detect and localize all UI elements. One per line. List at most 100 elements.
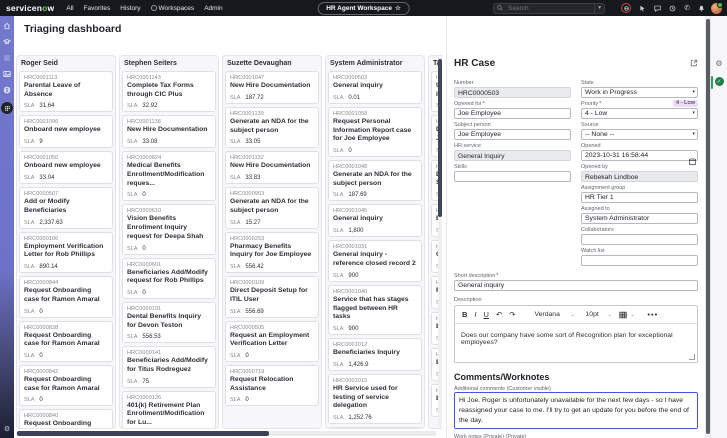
field-input-collaborators[interactable] [581,234,698,245]
field-input-watch-list[interactable] [581,255,698,266]
case-card[interactable]: HRC0000719 Request Relocation Assistance S… [225,364,319,407]
redo-icon[interactable]: ↷ [509,310,515,319]
undo-icon[interactable]: ↶ [496,310,502,319]
panel-scroll-thumb[interactable] [705,19,710,434]
case-card[interactable]: HRC0000842 Request Onboarding case for Ra… [19,364,113,407]
short-description-input[interactable] [454,280,698,291]
user-avatar[interactable] [711,1,723,14]
font-size-select[interactable]: 10pt ⌄ [586,311,612,318]
bell-icon[interactable] [698,5,705,12]
card-number: HRC0000842 [24,368,59,375]
case-card[interactable]: HRC0000126 401(k) Retirement Plan Enrollm… [122,390,216,428]
table-menu-button[interactable]: ⌄ [618,311,634,319]
more-options-button[interactable]: ••• [647,310,658,319]
additional-comments-input[interactable]: Hi Joe. Roger is unfortunately unavailab… [454,392,698,429]
field-input-assignment-group[interactable] [581,192,698,203]
cursor-icon[interactable] [639,5,646,12]
servicenow-logo[interactable]: servicenow [6,3,54,13]
horizontal-scroll-thumb[interactable] [17,431,269,436]
field-input-priority[interactable] [581,108,698,119]
learning-icon[interactable] [3,38,11,46]
case-card[interactable]: HRC0001139 Generate an NDA for the subjec… [225,107,319,149]
case-card[interactable]: HRC0000507 Add or Modify Beneficiaries SLA… [19,187,113,229]
dropdown-caret-icon[interactable]: ▾ [692,110,695,116]
home-icon[interactable] [3,22,11,30]
case-card[interactable]: HRC0000624 Medical Benefits Enrollment/Mo… [122,151,216,202]
field-input-subject-person[interactable] [454,129,571,140]
favorite-star-icon[interactable]: ☆ [395,4,401,12]
case-card[interactable]: HRC0001138 New Hire Documentation SLA 33.08 [122,115,216,149]
case-card[interactable]: HRC0000505 Request an Employment Verifica… [225,320,319,362]
case-card[interactable]: HRC0001143 Complete Tax Forms through CIC… [122,71,216,113]
settings-gear-icon[interactable]: ⚙ [4,425,10,433]
vertical-scroll-thumb[interactable] [438,59,442,217]
case-card[interactable]: HRC0000141 Beneficiaries Add/Modify for T… [122,346,216,388]
dropdown-caret-icon[interactable]: ▾ [692,89,695,95]
bold-button[interactable]: B [462,310,467,319]
case-card[interactable]: HRC0000503 General inquiry SLA 0.01 [328,71,422,104]
board-horizontal-scrollbar[interactable] [16,431,436,436]
workspace-pill[interactable]: HR Agent Workspace ☆ [317,1,410,15]
case-card[interactable]: HRC0001096 Onboard new employee SLA 9 [19,115,113,149]
case-card[interactable]: HRC0000601 Beneficiaries Add/Modify reque… [122,257,216,299]
case-card[interactable]: HRC0001012 Beneficiaries Inquiry SLA 1,426.… [328,337,422,371]
clock-icon[interactable] [669,5,676,12]
case-card[interactable]: HRC0000838 Request Onboarding case for Ra… [19,320,113,362]
case-card[interactable]: HRC0000109 Direct Deposit Setup for ITIL … [225,276,319,318]
case-card[interactable]: HRC0001058 Request Personal Information R… [328,107,422,158]
nav-item-workspaces[interactable]: Workspaces [150,5,194,12]
case-card[interactable]: HRC0000106 Employment Verification Letter… [19,231,113,274]
case-card[interactable]: HRC0001031 General inquiry - reference cl… [328,240,422,282]
calendar-icon[interactable] [689,152,696,170]
italic-button[interactable]: I [474,310,476,319]
list-icon[interactable] [3,54,11,62]
case-card[interactable]: HRC0000253 Pharmacy Benefits Inquiry for … [225,231,319,274]
phone-icon[interactable]: ✆ [684,5,690,12]
nav-item-admin[interactable]: Admin [204,5,222,12]
case-card[interactable]: HRC0001040 Service that has stages flagge… [328,284,422,335]
case-card[interactable]: HRC0000610 Vision Benefits Enrollment Inq… [122,204,216,255]
resize-handle[interactable] [689,354,695,360]
case-card[interactable]: HRC0001047 New Hire Documentation SLA 187.7… [225,71,319,104]
search-scope-caret-icon[interactable]: ▾ [594,3,601,13]
sla-value: 15.27 [245,219,261,226]
case-card[interactable]: HRC0000844 Request Onboarding case for Ra… [19,276,113,318]
case-card[interactable]: HRC0001045 General inquiry SLA 1,800 [328,204,422,238]
field-input-assigned-to[interactable] [581,213,698,224]
field-input-state[interactable] [581,87,698,98]
dropdown-caret-icon[interactable]: ▾ [692,131,695,137]
case-card[interactable]: HRC0001048 Generate an NDA for the subjec… [328,160,422,202]
case-card[interactable]: HRC0001113 Parental Leave of Absence SLA 31… [19,71,113,113]
case-card[interactable]: HRC0000840Request Onboarding case for Ra… [19,409,113,428]
nav-item-favorites[interactable]: Favorites [84,5,111,12]
font-family-select[interactable]: Verdana ⌄ [535,311,575,318]
field-input-opened-for[interactable] [454,108,571,119]
field-input-opened[interactable] [581,150,698,161]
column-header: Stephen Seiters [124,60,177,67]
media-icon[interactable] [3,70,11,78]
field-input-skills[interactable] [454,171,571,182]
chat-icon[interactable] [654,5,661,12]
nav-item-history[interactable]: History [120,5,140,12]
record-indicator-icon[interactable] [621,3,632,13]
case-card[interactable]: HRC0001015 HR Service used for testing of… [328,373,422,424]
board-vertical-scrollbar[interactable] [438,57,442,428]
sla-label: SLA [333,361,344,368]
gear-icon[interactable]: ⚙ [715,60,722,68]
global-search[interactable]: ▾ [493,2,605,14]
case-card[interactable]: HRC0000618Employment Verification Letter… [328,426,422,428]
apps-grid-icon[interactable] [1,102,13,114]
case-card[interactable]: HRC0000903 Generate an NDA for the subjec… [225,187,319,229]
open-record-icon[interactable] [690,54,698,72]
field-input-source[interactable] [581,129,698,140]
card-sla-row: SLA 0 [230,393,314,403]
description-text[interactable]: Does our company have some sort of Recog… [455,324,697,362]
case-card[interactable]: HRC0001132 New Hire Documentation SLA 33.83 [225,151,319,185]
presence-check-icon[interactable]: ✓ [714,77,724,86]
globe-icon[interactable] [3,86,11,94]
nav-item-all[interactable]: All [66,5,73,12]
case-card[interactable]: HRC0000191 Dental Benefits Inquiry for De… [122,301,216,344]
underline-button[interactable]: U [484,310,489,319]
case-card[interactable]: HRC0001050 Onboard new employee SLA 33.04 [19,151,113,185]
search-input[interactable] [506,3,592,13]
